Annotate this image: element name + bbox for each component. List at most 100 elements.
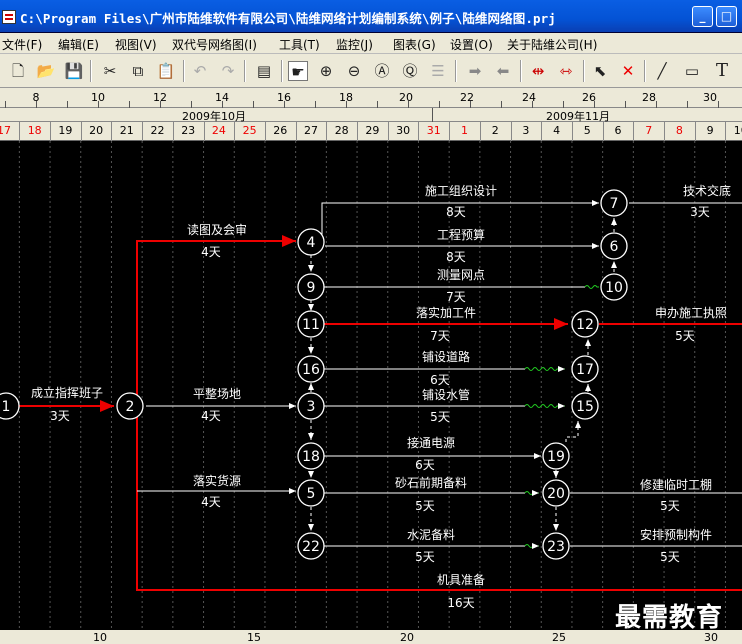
minimize-button[interactable]: _ — [692, 6, 713, 27]
menu-monitor[interactable]: 监控(J) — [336, 36, 373, 53]
task-name: 修建临时工棚 — [640, 477, 712, 492]
day-cell: 17 — [0, 124, 11, 137]
menu-about[interactable]: 关于陆维公司(H) — [507, 36, 597, 53]
hand-pan-icon[interactable]: ☛ — [288, 61, 308, 81]
node-label: 4 — [307, 235, 316, 251]
redo-icon[interactable]: ↷ — [218, 61, 238, 81]
task-duration: 7天 — [446, 290, 466, 304]
line-tool-icon[interactable]: ╱ — [652, 61, 672, 81]
network-canvas[interactable]: 1 2 3 4 5 6 7 9 10 11 12 15 16 17 18 19 20 22 23 成立指挥班子 3天… — [0, 141, 742, 630]
menu-file[interactable]: 文件(F) — [2, 36, 42, 53]
menu-chart[interactable]: 图表(G) — [393, 36, 436, 53]
ruler-bottom-label: 10 — [93, 631, 107, 644]
paste-icon[interactable]: 📋 — [156, 61, 176, 81]
task-name: 铺设水管 — [422, 387, 470, 402]
zoom-fit-icon[interactable]: Ⓐ — [372, 61, 392, 81]
arrow-right-icon[interactable]: ➡ — [465, 61, 485, 81]
float-5-20 — [524, 490, 539, 496]
undo-icon[interactable]: ↶ — [190, 61, 210, 81]
task-duration: 4天 — [201, 495, 221, 509]
day-cell: 27 — [304, 124, 318, 137]
node-label: 10 — [605, 280, 623, 296]
task-name: 施工组织设计 — [425, 184, 497, 198]
menu-edit[interactable]: 编辑(E) — [58, 36, 99, 53]
ruler-top: 8 10 12 14 16 18 20 22 24 26 28 30 — [0, 88, 742, 108]
pointer-icon[interactable]: ⬉ — [590, 61, 610, 81]
node-label: 19 — [547, 449, 565, 465]
day-cell: 21 — [119, 124, 134, 137]
day-cell: 19 — [58, 124, 73, 137]
arrow-left-icon[interactable]: ⬅ — [493, 61, 513, 81]
task-name: 水泥备料 — [407, 528, 455, 542]
day-cell: 9 — [706, 124, 714, 137]
expand-icon[interactable]: ⇿ — [556, 61, 576, 81]
day-cell: 31 — [426, 124, 441, 137]
ruler-top-label: 30 — [703, 91, 717, 104]
copy-icon[interactable]: ⧉ — [128, 61, 148, 81]
delete-icon[interactable]: ✕ — [618, 61, 638, 81]
day-cell: 7 — [645, 124, 653, 137]
day-cell: 8 — [675, 124, 683, 137]
zoom-area-icon[interactable]: Ⓠ — [400, 61, 420, 81]
cut-icon[interactable]: ✂ — [100, 61, 120, 81]
compress-icon[interactable]: ⇹ — [528, 61, 548, 81]
properties-icon[interactable]: ▤ — [254, 61, 274, 81]
app-icon[interactable] — [2, 10, 16, 24]
task-duration: 5天 — [660, 499, 680, 513]
save-icon[interactable]: 💾 — [64, 61, 84, 81]
ruler-bottom-label: 15 — [247, 631, 261, 644]
task-name: 机具准备 — [437, 573, 485, 587]
day-cell: 26 — [273, 124, 288, 137]
node-label: 18 — [302, 449, 320, 465]
node-label: 9 — [307, 280, 316, 296]
ruler-bottom-label: 20 — [400, 631, 414, 644]
task-duration: 4天 — [201, 409, 221, 423]
day-cell: 3 — [522, 124, 530, 137]
new-file-icon[interactable]: 🗋 — [8, 61, 28, 81]
node-label: 11 — [302, 317, 320, 333]
ruler-top-label: 22 — [460, 91, 474, 104]
day-cell: 28 — [334, 124, 349, 137]
text-tool-icon[interactable]: T — [712, 61, 732, 81]
menu-tools[interactable]: 工具(T) — [279, 36, 320, 53]
task-duration: 5天 — [415, 550, 435, 564]
task-duration: 8天 — [446, 250, 466, 264]
zoom-out-icon[interactable]: ⊖ — [344, 61, 364, 81]
window-title: C:\Program Files\广州市陆维软件有限公司\陆维网络计划编制系统\… — [20, 11, 556, 26]
task-duration: 6天 — [415, 458, 435, 472]
node-label: 1 — [2, 399, 11, 415]
day-cell: 10 — [733, 124, 742, 137]
float-3-15 — [524, 403, 565, 409]
day-cell: 18 — [27, 124, 42, 137]
day-cell: 23 — [181, 124, 196, 137]
maximize-button[interactable]: □ — [716, 6, 737, 27]
zoom-in-icon[interactable]: ⊕ — [316, 61, 336, 81]
task-duration: 5天 — [660, 550, 680, 564]
edge-2-4[interactable] — [136, 235, 296, 406]
edge-jiju[interactable] — [136, 406, 742, 591]
float-9-10 — [584, 285, 599, 289]
day-row: 17 18 19 20 21 22 23 24 25 26 27 28 29 30 31 1 2 3 4 5 6 7 8 9 1… — [0, 122, 742, 141]
menu-network[interactable]: 双代号网络图(I) — [172, 36, 257, 53]
menu-view[interactable]: 视图(V) — [115, 36, 157, 53]
node-label: 12 — [576, 317, 594, 333]
align-icon[interactable]: ☰ — [428, 61, 448, 81]
rect-tool-icon[interactable]: ▭ — [682, 61, 702, 81]
day-cell: 20 — [89, 124, 104, 137]
day-cell: 25 — [242, 124, 257, 137]
watermark: 最需教育 — [615, 603, 724, 633]
task-name: 读图及会审 — [187, 222, 247, 237]
node-label: 17 — [576, 362, 594, 378]
node-label: 15 — [576, 399, 594, 415]
node-label: 7 — [610, 196, 619, 212]
open-folder-icon[interactable]: 📂 — [36, 61, 56, 81]
day-cell: 24 — [211, 124, 226, 137]
task-duration: 5天 — [675, 329, 695, 343]
task-duration: 5天 — [430, 410, 450, 424]
day-cell: 2 — [491, 124, 499, 137]
task-duration: 5天 — [415, 499, 435, 513]
task-name: 接通电源 — [407, 435, 455, 450]
node-label: 23 — [547, 539, 565, 555]
menu-settings[interactable]: 设置(O) — [450, 36, 493, 53]
day-cell: 6 — [614, 124, 622, 137]
